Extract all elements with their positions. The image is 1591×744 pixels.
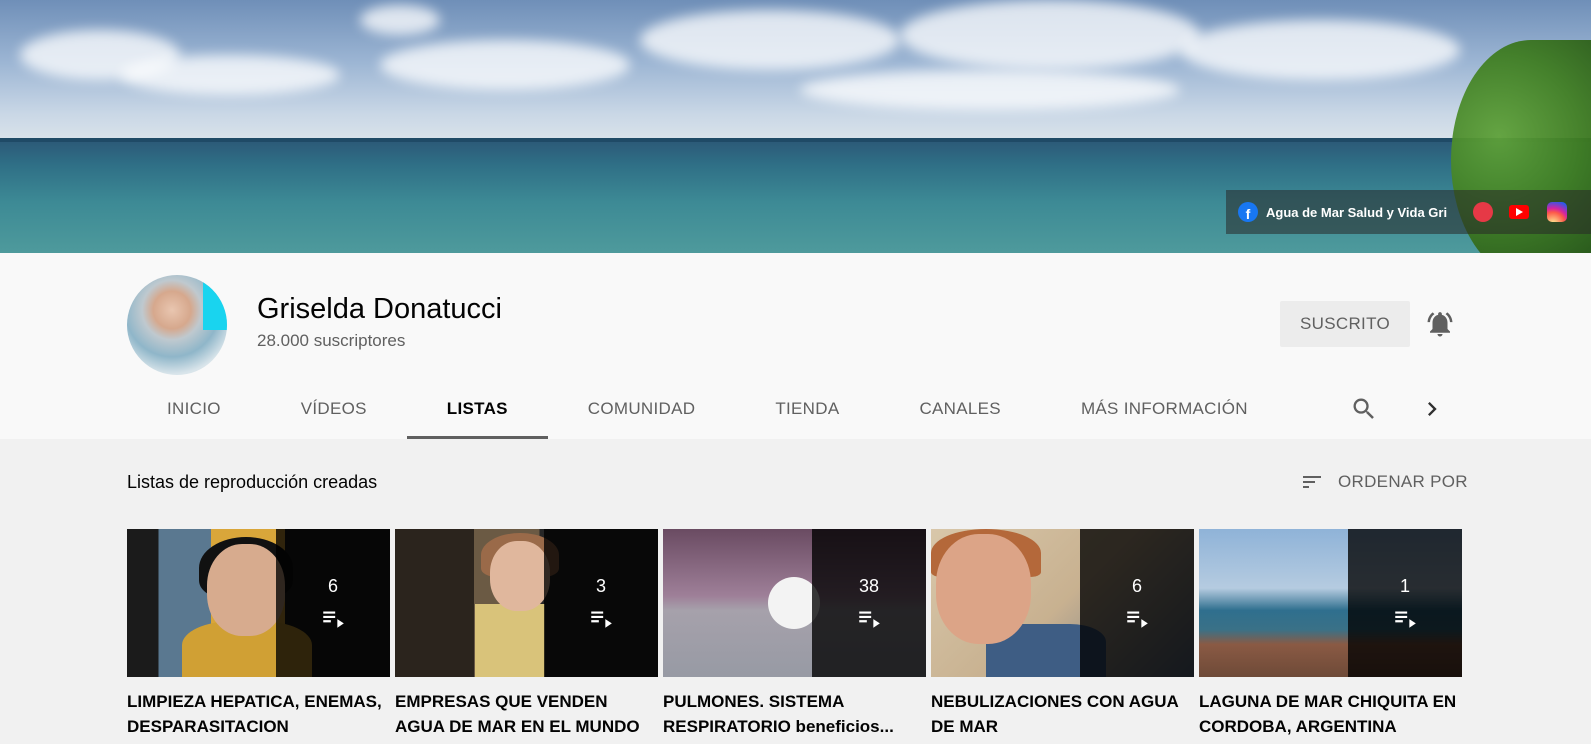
section-title: Listas de reproducción creadas	[127, 472, 378, 492]
playlist-title-line: RESPIRATORIO beneficios...	[663, 717, 894, 736]
sort-label: ORDENAR POR	[1338, 472, 1468, 491]
playlist-count-overlay: 38	[812, 529, 926, 677]
playlist-title-line: LIMPIEZA HEPATICA, ENEMAS,	[127, 692, 382, 711]
playlist-card[interactable]: 38 PULMONES. SISTEMA RESPIRATORIO benefi…	[663, 529, 926, 739]
playlist-title[interactable]: EMPRESAS QUE VENDEN AGUA DE MAR EN EL MU…	[395, 689, 658, 739]
playlist-card[interactable]: 1 LAGUNA DE MAR CHIQUITA EN CORDOBA, ARG…	[1199, 529, 1462, 739]
video-count: 3	[595, 575, 606, 596]
playlist-play-icon	[1395, 611, 1416, 628]
tab-mas-informacion[interactable]: MÁS INFORMACIÓN	[1041, 378, 1288, 439]
playlist-title-line: PULMONES. SISTEMA	[663, 692, 845, 711]
playlist-card[interactable]: 6 LIMPIEZA HEPATICA, ENEMAS, DESPARASITA…	[127, 529, 390, 739]
playlist-count-overlay: 6	[1080, 529, 1194, 677]
channel-name: Griselda Donatucci	[257, 293, 502, 325]
playlist-play-icon	[859, 611, 880, 628]
notification-bell-icon[interactable]	[1425, 309, 1455, 339]
playlist-card[interactable]: 3 EMPRESAS QUE VENDEN AGUA DE MAR EN EL …	[395, 529, 658, 739]
tab-canales[interactable]: CANALES	[879, 378, 1040, 439]
playlist-title[interactable]: LIMPIEZA HEPATICA, ENEMAS, DESPARASITACI…	[127, 689, 390, 739]
playlist-play-icon	[591, 611, 612, 628]
tab-tienda[interactable]: TIENDA	[735, 378, 879, 439]
playlist-title-line: DE MAR	[931, 717, 999, 736]
tab-videos[interactable]: VÍDEOS	[261, 378, 407, 439]
playlist-thumbnail[interactable]: 1	[1199, 529, 1462, 677]
playlist-thumbnail[interactable]: 38	[663, 529, 926, 677]
youtube-icon[interactable]	[1509, 205, 1530, 219]
playlist-thumbnail[interactable]: 6	[931, 529, 1194, 677]
sea-horizon	[0, 138, 1591, 142]
playlist-thumbnail[interactable]: 3	[395, 529, 658, 677]
social-link-icon[interactable]	[1473, 202, 1494, 222]
sort-icon	[1303, 476, 1321, 488]
banner-link-label[interactable]: Agua de Mar Salud y Vida Gri	[1266, 205, 1447, 220]
playlist-thumbnail[interactable]: 6	[127, 529, 390, 677]
channel-banner: f Agua de Mar Salud y Vida Gri	[0, 0, 1591, 253]
search-icon[interactable]	[1350, 395, 1378, 423]
video-count: 6	[1131, 575, 1142, 596]
playlist-title-line: CORDOBA, ARGENTINA	[1199, 717, 1397, 736]
subscribed-button[interactable]: SUSCRITO	[1280, 301, 1410, 347]
instagram-icon[interactable]	[1547, 202, 1568, 222]
video-count: 1	[1399, 575, 1410, 596]
playlist-play-icon	[323, 611, 344, 628]
video-count: 38	[858, 575, 880, 596]
playlist-title[interactable]: NEBULIZACIONES CON AGUA DE MAR	[931, 689, 1194, 739]
playlist-grid: 6 LIMPIEZA HEPATICA, ENEMAS, DESPARASITA…	[127, 529, 1462, 739]
tab-comunidad[interactable]: COMUNIDAD	[548, 378, 736, 439]
subscriber-count: 28.000 suscriptores	[257, 331, 406, 350]
channel-tabs: INICIO VÍDEOS LISTAS COMUNIDAD TIENDA CA…	[127, 378, 1288, 439]
playlist-title-line: DESPARASITACION	[127, 717, 289, 736]
playlist-play-icon	[1127, 611, 1148, 628]
video-count: 6	[327, 575, 338, 596]
playlist-title-line: LAGUNA DE MAR CHIQUITA EN	[1199, 692, 1457, 711]
playlist-title[interactable]: LAGUNA DE MAR CHIQUITA EN CORDOBA, ARGEN…	[1199, 689, 1462, 739]
playlist-title-line: AGUA DE MAR EN EL MUNDO	[395, 717, 640, 736]
chevron-right-icon[interactable]	[1418, 395, 1446, 423]
tab-listas[interactable]: LISTAS	[406, 378, 548, 439]
playlist-title-line: NEBULIZACIONES CON AGUA	[931, 692, 1179, 711]
playlist-count-overlay: 1	[1348, 529, 1462, 677]
playlist-title[interactable]: PULMONES. SISTEMA RESPIRATORIO beneficio…	[663, 689, 926, 739]
playlist-count-overlay: 6	[276, 529, 390, 677]
avatar[interactable]	[127, 275, 227, 375]
facebook-icon[interactable]: f	[1238, 202, 1258, 222]
playlist-title-line: EMPRESAS QUE VENDEN	[395, 692, 608, 711]
banner-links: f Agua de Mar Salud y Vida Gri	[1226, 190, 1591, 234]
tab-inicio[interactable]: INICIO	[127, 378, 261, 439]
channel-header: Griselda Donatucci 28.000 suscriptores S…	[0, 253, 1591, 439]
playlist-card[interactable]: 6 NEBULIZACIONES CON AGUA DE MAR	[931, 529, 1194, 739]
sort-button[interactable]: ORDENAR POR	[1300, 470, 1468, 494]
playlist-count-overlay: 3	[544, 529, 658, 677]
